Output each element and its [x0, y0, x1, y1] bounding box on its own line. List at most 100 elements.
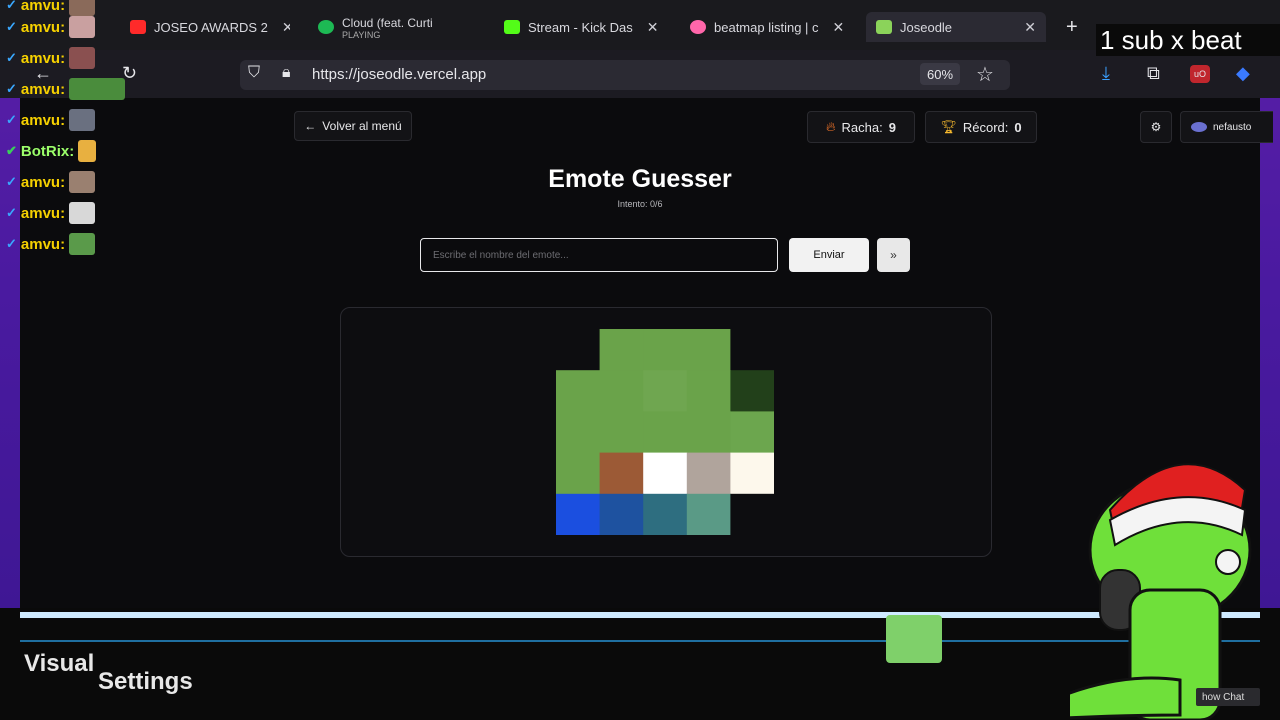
emote-pixel	[599, 329, 644, 371]
chat-username: amvu:	[20, 111, 66, 129]
joseodle-favicon-icon	[876, 20, 892, 34]
close-tab-icon[interactable]: ✕	[647, 19, 659, 36]
tab-label: Cloud (feat. Curti	[342, 15, 433, 30]
chat-message: ✓ amvu:	[6, 78, 126, 100]
emote-pixel	[599, 370, 644, 412]
chat-emote-icon	[69, 78, 126, 100]
chat-emote-icon	[69, 171, 96, 193]
emote-pixel	[599, 411, 644, 454]
skip-button[interactable]: »	[877, 238, 910, 272]
chat-message: ✓ amvu:	[6, 233, 96, 255]
ublock-icon[interactable]: uO	[1190, 65, 1210, 83]
tab-joseodle[interactable]: Joseodle ✕	[866, 12, 1046, 42]
emote-pixel	[686, 493, 731, 535]
chat-emote-icon	[69, 16, 96, 38]
tab-spotify-cloud[interactable]: Cloud (feat. Curti PLAYING	[318, 14, 466, 40]
zoom-level-badge[interactable]: 60%	[920, 63, 960, 85]
close-tab-icon[interactable]: ✕	[833, 19, 845, 36]
pixelated-emote-image	[556, 329, 774, 535]
tab-label: beatmap listing | c	[714, 19, 819, 35]
emote-pixel	[556, 370, 601, 412]
close-tab-icon[interactable]: ✕	[1024, 19, 1036, 36]
user-profile-button[interactable]: nefausto	[1180, 111, 1273, 143]
send-button[interactable]: Enviar	[789, 238, 869, 272]
visual-label: Visual	[24, 650, 95, 677]
emote-pixel	[643, 411, 688, 454]
emote-guess-input[interactable]	[420, 238, 778, 272]
emote-pixel	[556, 452, 601, 495]
emote-pixel	[686, 452, 731, 495]
emote-pixel	[599, 493, 644, 535]
flame-icon: 🔥︎	[826, 119, 836, 134]
verified-check-icon: ✓	[6, 0, 17, 12]
chat-emote-icon	[78, 140, 97, 162]
emote-pixel	[643, 452, 688, 495]
verified-check-icon: ✓	[6, 112, 17, 127]
chat-username: amvu:	[20, 235, 66, 253]
chat-username: amvu:	[20, 18, 66, 36]
emote-pixel	[643, 329, 688, 371]
new-tab-icon[interactable]: +	[1066, 16, 1078, 39]
verified-check-icon: ✓	[6, 19, 17, 34]
streamer-avatar-illustration	[1070, 463, 1252, 720]
tab-joseo-awards[interactable]: JOSEO AWARDS 2 ✕	[130, 14, 290, 40]
emote-pixel	[556, 493, 601, 535]
chat-username: amvu:	[20, 0, 66, 14]
back-to-menu-label: Volver al menú	[322, 119, 402, 133]
arrow-left-icon: ←	[304, 119, 317, 133]
chat-message: ✓ amvu:	[6, 202, 96, 224]
emote-pixel	[599, 452, 644, 495]
tab-kick-stream[interactable]: Stream - Kick Das ✕	[504, 14, 664, 40]
avatar	[1191, 122, 1207, 132]
verified-check-icon: ✓	[6, 50, 17, 65]
kick-icon	[504, 20, 520, 34]
chat-username: amvu:	[20, 49, 66, 67]
shield-icon[interactable]: ⛉	[248, 64, 260, 82]
emote-pixel	[730, 452, 774, 495]
stream-chat-overlay: ✓ amvu: ✓ amvu: ✓ amvu: ✓ amvu: ✓ amvu: …	[0, 0, 140, 260]
chat-username: BotRix:	[20, 142, 75, 160]
trophy-icon: 🏆︎	[940, 119, 957, 134]
extension-blue-icon[interactable]: ◆	[1236, 63, 1250, 84]
tab-playing-label: PLAYING	[342, 29, 381, 40]
emote-pixel	[730, 493, 774, 535]
tab-beatmap-listing[interactable]: beatmap listing | c ✕	[690, 14, 850, 40]
tab-label: JOSEO AWARDS 2	[154, 19, 268, 35]
back-to-menu-button[interactable]: ← Volver al menú	[294, 111, 412, 141]
settings-button[interactable]: ⚙	[1140, 111, 1172, 143]
emote-pixel	[643, 493, 688, 535]
emote-pixel	[730, 370, 774, 412]
spotify-icon	[318, 20, 334, 34]
streak-label: Racha:	[841, 119, 883, 135]
download-icon[interactable]: ⤓	[1102, 63, 1110, 84]
emote-pixel	[686, 411, 731, 454]
chat-emote-icon	[69, 202, 96, 224]
attempt-counter: Intento: 0/6	[617, 199, 663, 209]
stream-banner-text: 1 sub x beat	[1096, 24, 1280, 56]
chat-username: amvu:	[20, 80, 66, 98]
url-text[interactable]: https://joseodle.vercel.app	[312, 66, 486, 83]
small-mascot-icon	[886, 615, 942, 663]
verified-check-icon: ✓	[6, 174, 17, 189]
verified-check-icon: ✓	[6, 81, 17, 96]
verified-check-icon: ✓	[6, 205, 17, 220]
emote-pixel	[556, 329, 601, 371]
emote-pixel	[556, 411, 601, 454]
close-tab-icon[interactable]: ✕	[282, 19, 290, 36]
tab-text-block: Cloud (feat. Curti PLAYING	[342, 15, 433, 40]
tab-label: Joseodle	[900, 19, 953, 35]
verified-check-icon: ✓	[6, 236, 17, 251]
chat-message: ✓ amvu:	[6, 16, 96, 38]
bookmark-star-icon[interactable]: ☆	[976, 62, 994, 87]
record-counter: 🏆︎ Récord: 0	[925, 111, 1037, 143]
lock-icon[interactable]: 🔒︎	[282, 64, 291, 82]
osu-icon	[690, 20, 706, 34]
chat-message: ✓ amvu:	[6, 47, 96, 69]
record-value: 0	[1014, 119, 1022, 135]
show-chat-button[interactable]: how Chat	[1196, 688, 1260, 706]
record-label: Récord:	[962, 119, 1009, 135]
extensions-icon[interactable]: ⧉	[1147, 63, 1160, 84]
streak-value: 9	[888, 119, 896, 135]
chat-message: ✓ amvu:	[6, 0, 96, 16]
streak-counter: 🔥︎ Racha: 9	[807, 111, 915, 143]
